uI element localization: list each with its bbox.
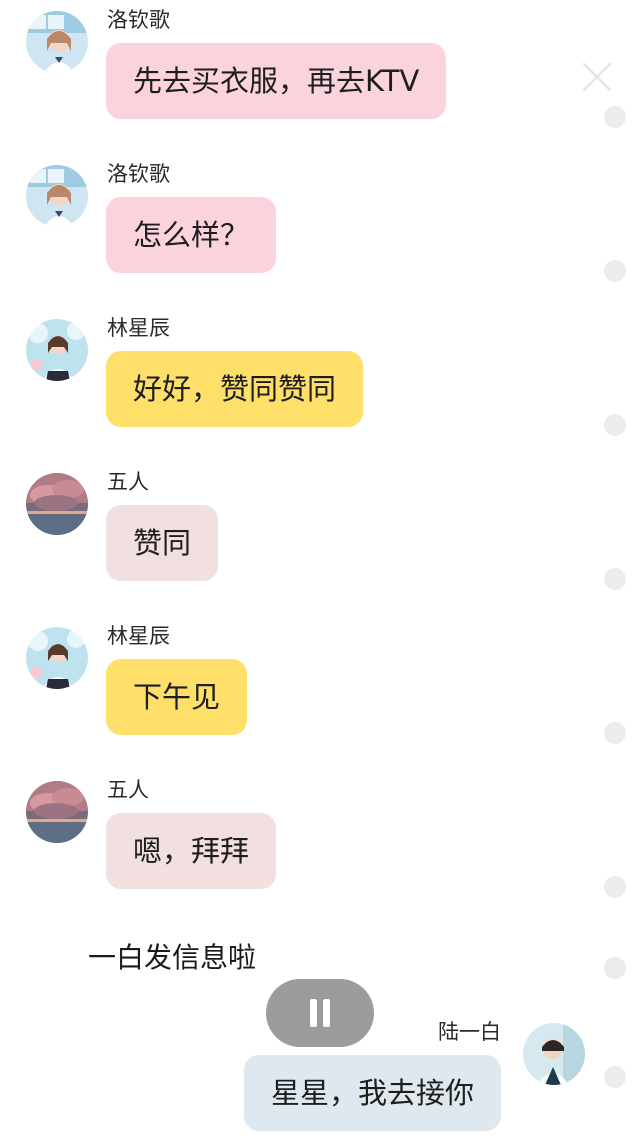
scroll-dot[interactable] [604,876,626,898]
sender-name: 五人 [107,470,149,494]
message-bubble[interactable]: 下午见 [106,659,248,735]
sender-name: 洛钦歌 [107,162,170,186]
sender-name: 林星辰 [107,624,170,648]
sunset-clouds-avatar-icon[interactable] [26,473,88,535]
sender-name: 五人 [107,778,149,802]
scroll-dot[interactable] [604,260,626,282]
message-bubble[interactable]: 好好，赞同赞同 [106,351,364,427]
girl-avatar-sky-icon[interactable] [26,627,88,689]
message-bubble[interactable]: 怎么样？ [106,197,277,273]
message-bubble[interactable]: 赞同 [106,505,219,581]
boy-avatar-icon[interactable] [523,1023,585,1085]
close-icon[interactable] [580,60,614,94]
scroll-dot[interactable] [604,414,626,436]
message-bubble[interactable]: 嗯，拜拜 [106,813,277,889]
message-bubble[interactable]: 先去买衣服，再去KTV [106,43,447,119]
sender-name: 林星辰 [107,316,170,340]
sender-name: 陆一白 [438,1020,501,1044]
girl-avatar-window-icon[interactable] [26,165,88,227]
scroll-dot[interactable] [604,568,626,590]
girl-avatar-window-icon[interactable] [26,11,88,73]
message-bubble[interactable]: 星星，我去接你 [244,1055,502,1131]
scroll-dot[interactable] [604,106,626,128]
sender-name: 洛钦歌 [107,8,170,32]
pause-button[interactable] [266,979,374,1047]
scroll-dot[interactable] [604,1066,626,1088]
scroll-dot[interactable] [604,957,626,979]
narration-text: 一白发信息啦 [88,941,257,974]
scroll-dot[interactable] [604,722,626,744]
girl-avatar-sky-icon[interactable] [26,319,88,381]
sunset-clouds-avatar-icon[interactable] [26,781,88,843]
